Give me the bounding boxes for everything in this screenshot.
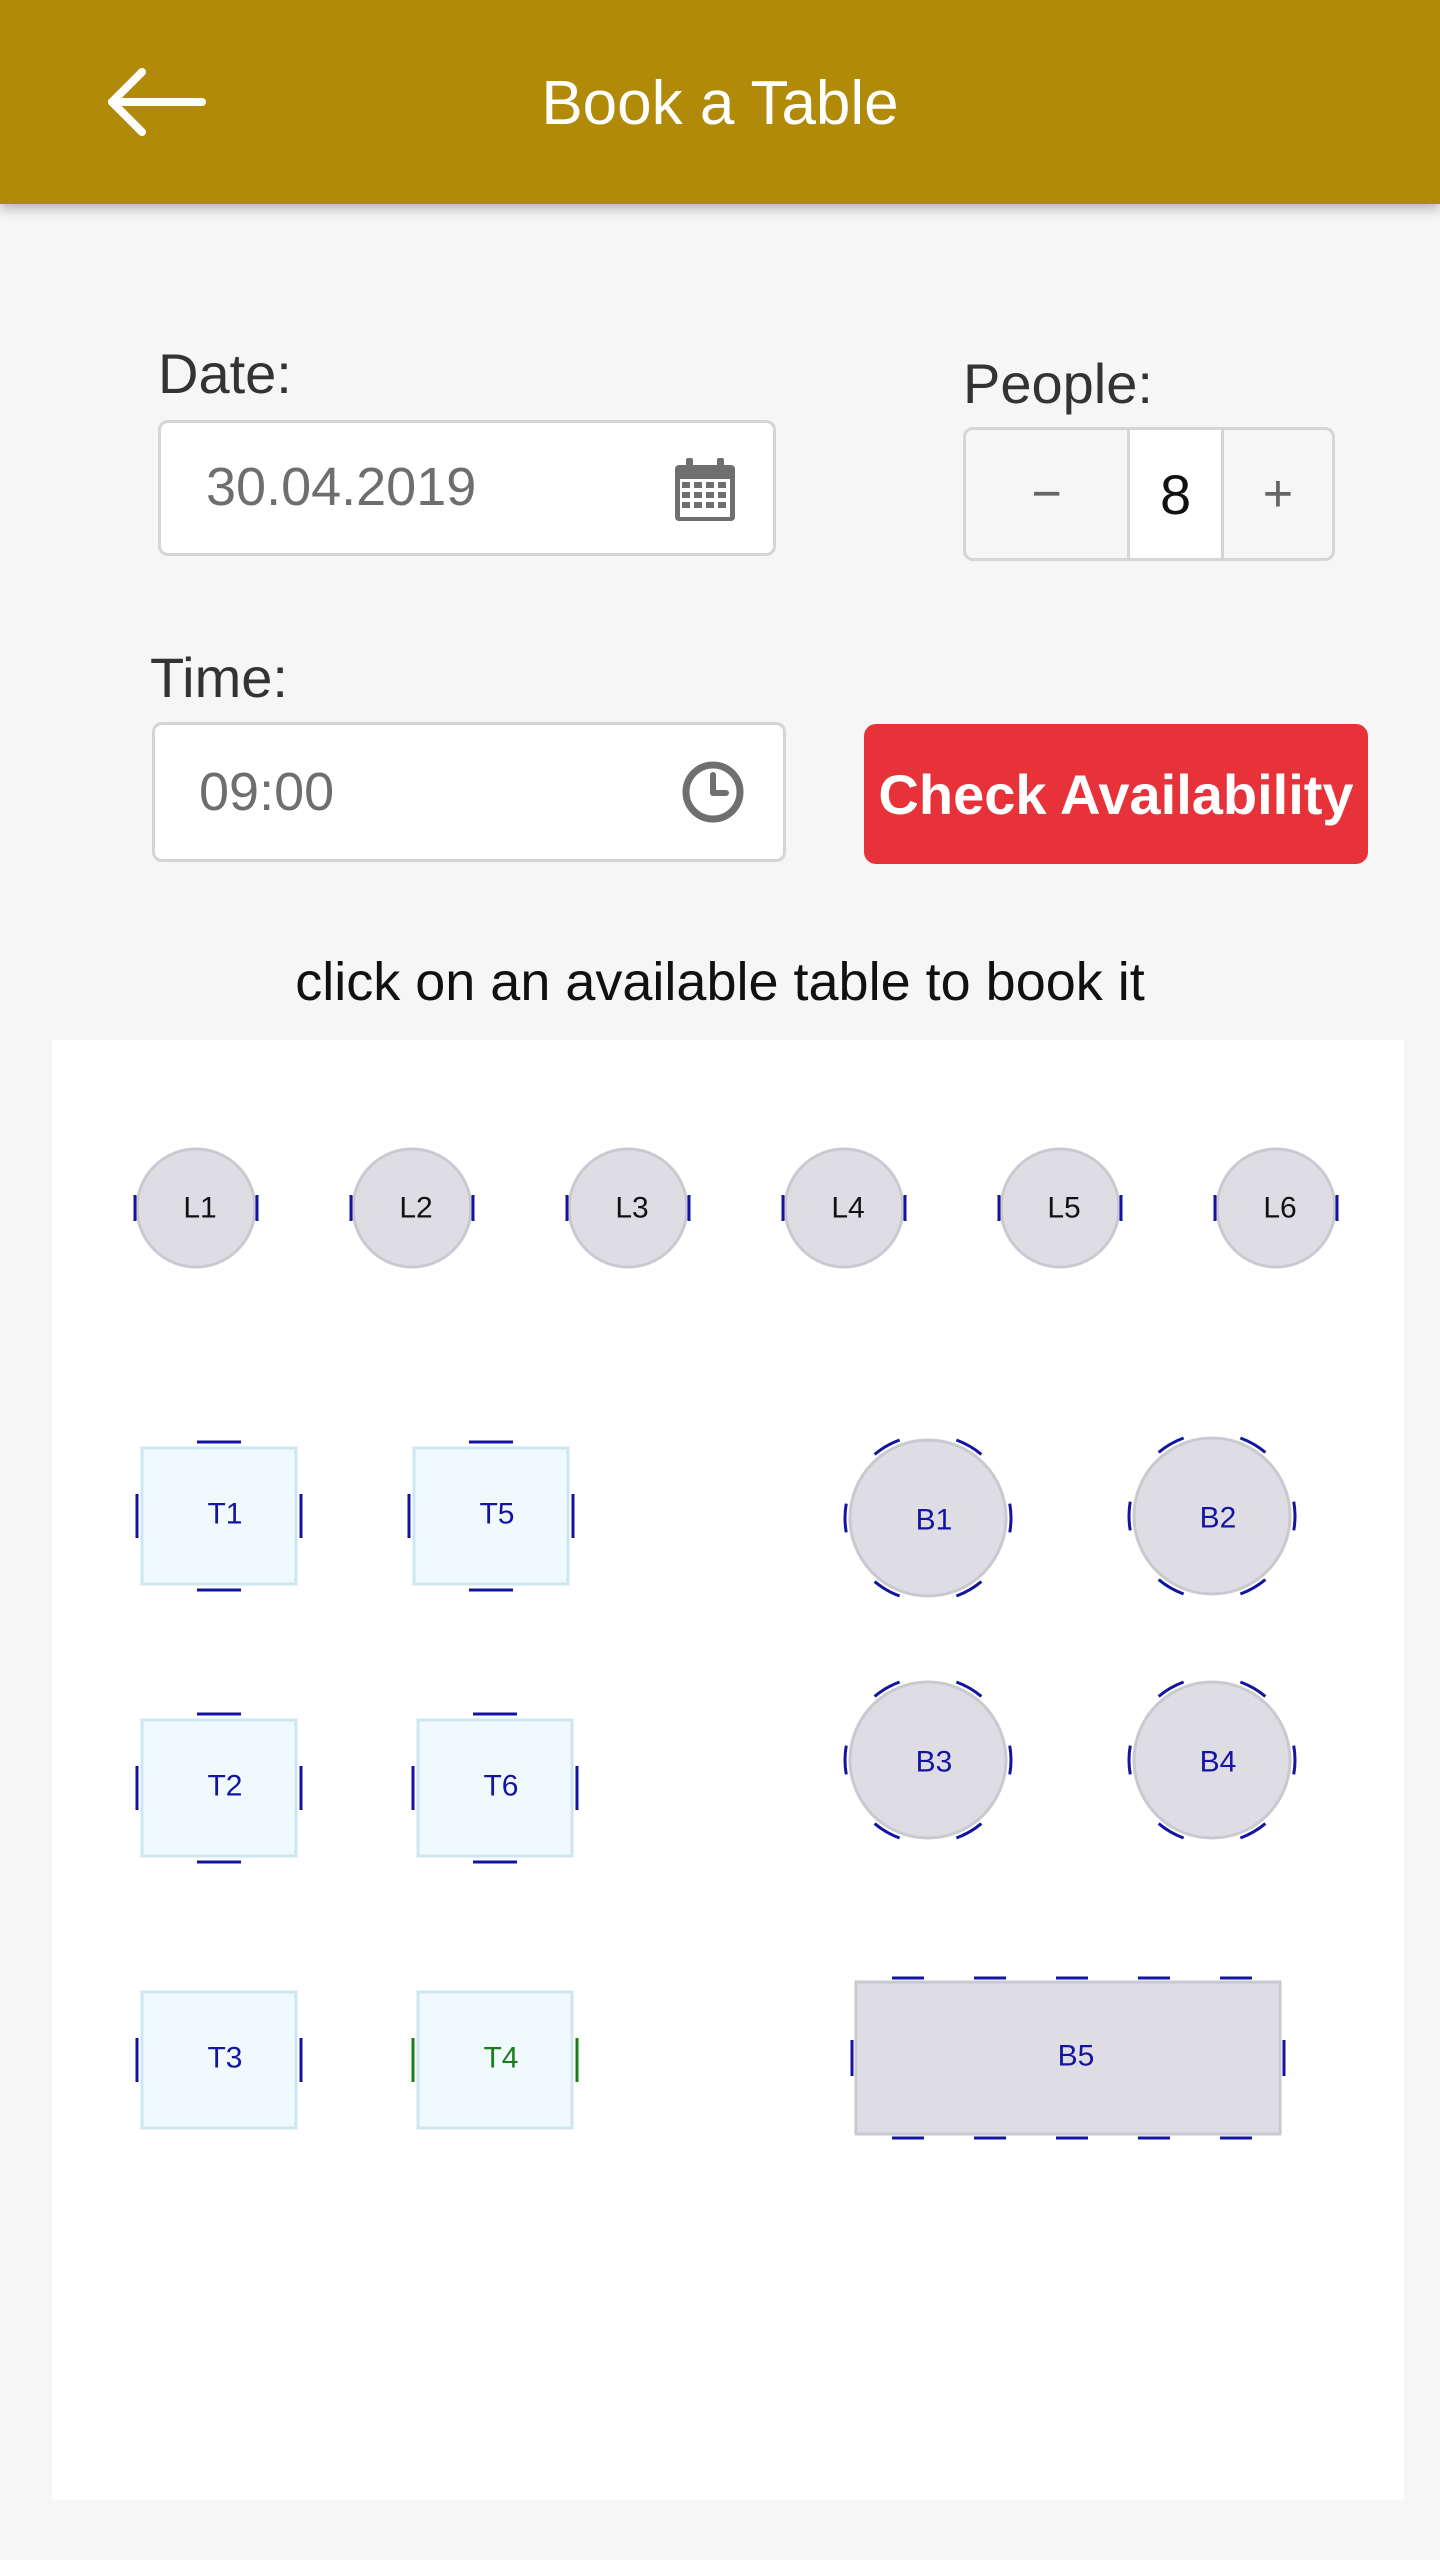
date-value: 30.04.2019	[206, 457, 477, 517]
table-label: B4	[1200, 1746, 1237, 1779]
people-stepper: − 8 +	[963, 427, 1335, 561]
calendar-icon	[675, 458, 735, 521]
seat-marker	[1292, 1745, 1297, 1775]
lounge-table-l4[interactable]: L4	[781, 1147, 907, 1269]
table-label: L4	[831, 1192, 864, 1225]
table-label: T2	[207, 1770, 242, 1803]
seat-marker	[1292, 1501, 1297, 1531]
app-bar: Book a Table	[0, 0, 1440, 204]
table-label: L1	[183, 1192, 216, 1225]
booth-table-b1[interactable]: B1	[843, 1438, 1013, 1598]
table-label: B3	[916, 1746, 953, 1779]
booth-table-b2[interactable]: B2	[1127, 1436, 1297, 1596]
standard-table-t5[interactable]: T5	[407, 1440, 575, 1592]
increment-button[interactable]: +	[1224, 430, 1332, 558]
table-label: T5	[479, 1498, 514, 1531]
table-label: L6	[1263, 1192, 1296, 1225]
date-field[interactable]: 30.04.2019	[158, 420, 776, 556]
time-value: 09:00	[199, 762, 335, 822]
banquet-table-b5[interactable]: B5	[850, 1976, 1286, 2140]
lounge-table-l3[interactable]: L3	[565, 1147, 691, 1269]
standard-table-t6[interactable]: T6	[411, 1712, 579, 1864]
lounge-table-l1[interactable]: L1	[133, 1147, 259, 1269]
table-label: T3	[207, 2042, 242, 2075]
clock-icon	[682, 761, 744, 823]
table-label: T4	[483, 2042, 518, 2075]
booth-table-b4[interactable]: B4	[1127, 1680, 1297, 1840]
standard-table-t3[interactable]: T3	[135, 1990, 303, 2130]
table-label: B5	[1058, 2040, 1095, 2073]
standard-table-t4[interactable]: T4	[411, 1990, 579, 2130]
time-field[interactable]: 09:00	[152, 722, 786, 862]
seat-marker	[1008, 1745, 1013, 1775]
decrement-button[interactable]: −	[966, 430, 1127, 558]
table-label: T6	[483, 1770, 518, 1803]
lounge-table-l5[interactable]: L5	[997, 1147, 1123, 1269]
seat-marker	[843, 1503, 848, 1533]
time-label: Time:	[150, 646, 288, 709]
table-label: L5	[1047, 1192, 1080, 1225]
booth-table-b3[interactable]: B3	[843, 1680, 1013, 1840]
check-availability-button[interactable]: Check Availability	[864, 724, 1368, 864]
seat-marker	[1008, 1503, 1013, 1533]
lounge-table-l2[interactable]: L2	[349, 1147, 475, 1269]
page-title: Book a Table	[541, 69, 899, 138]
seat-marker	[1127, 1501, 1132, 1531]
table-label: B2	[1200, 1502, 1237, 1535]
table-label: L3	[615, 1192, 648, 1225]
lounge-table-l6[interactable]: L6	[1213, 1147, 1339, 1269]
floor-plan-canvas: L1 L2 L3 L4 L5 L6 T1 T5 T2 T6 T3 T4 B1 B2 B3 B4 B5	[133, 1147, 1339, 2140]
table-label: T1	[207, 1498, 242, 1531]
people-value[interactable]: 8	[1127, 430, 1224, 558]
standard-table-t2[interactable]: T2	[135, 1712, 303, 1864]
date-label: Date:	[158, 342, 292, 405]
table-label: B1	[916, 1504, 953, 1537]
seat-marker	[843, 1745, 848, 1775]
table-label: L2	[399, 1192, 432, 1225]
standard-table-t1[interactable]: T1	[135, 1440, 303, 1592]
floor-plan-hint: click on an available table to book it	[295, 952, 1145, 1012]
floor-plan: L1 L2 L3 L4 L5 L6 T1 T5 T2 T6 T3 T4 B1 B2 B3 B4 B5	[52, 1040, 1404, 2500]
seat-marker	[1127, 1745, 1132, 1775]
people-label: People:	[963, 352, 1153, 415]
